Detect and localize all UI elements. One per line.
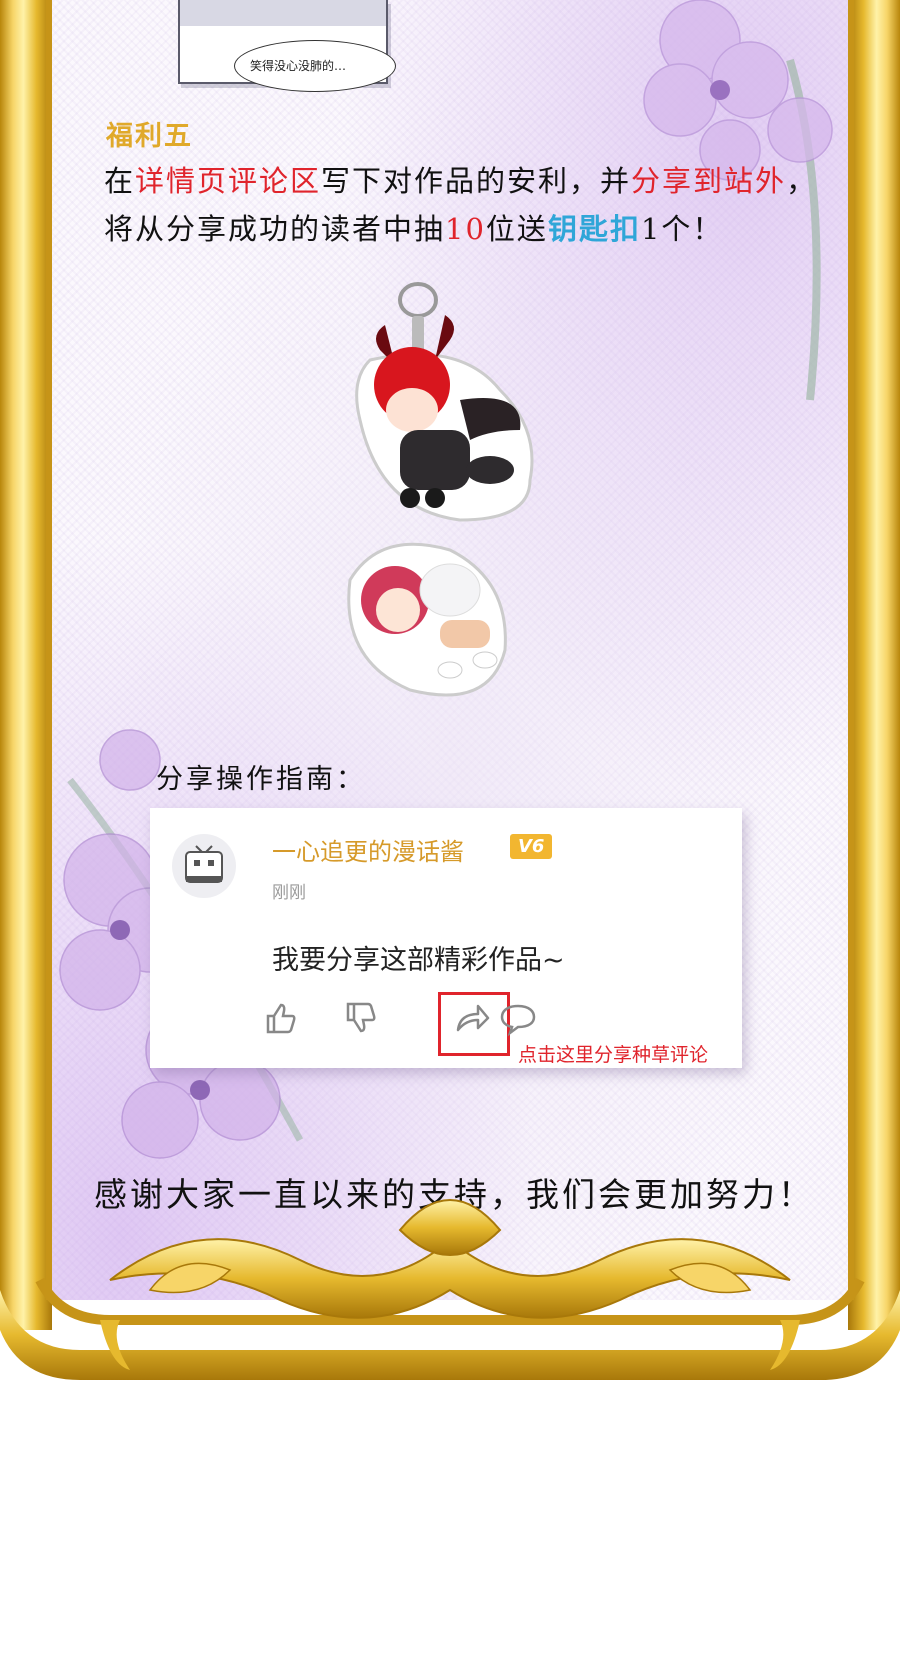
comment-text: 我要分享这部精彩作品~ — [272, 945, 565, 976]
keyring-icon — [398, 282, 438, 356]
benefit-line-2: 将从分享成功的读者中抽10位送钥匙扣1个！ — [104, 206, 723, 248]
line2-keychain: 钥匙扣 — [547, 212, 641, 246]
comic-page: 笑得没心没肺的… 福利五 在详情页评论区写下对作品的安利，并分享到站外， 将从分… — [0, 0, 900, 1667]
thumbs-up-icon[interactable] — [260, 998, 300, 1038]
share-icon[interactable] — [452, 998, 492, 1038]
comment-card: 一心追更的漫话酱 V6 刚刚 我要分享这部精彩作品~ 点击这里分享种草评论 — [150, 808, 742, 1068]
keychain-illustration — [347, 282, 534, 697]
panel-shade — [180, 0, 386, 26]
thumbs-down-icon[interactable] — [340, 998, 380, 1038]
manga-panel: 笑得没心没肺的… — [178, 0, 396, 92]
comment-time: 刚刚 — [272, 883, 306, 903]
benefit-heading: 福利五 — [106, 121, 193, 152]
line2-text-e: 1个！ — [640, 212, 724, 246]
line1-text-c: 写下对作品的安利，并 — [321, 164, 632, 198]
line2-text-c: 位送 — [485, 212, 548, 246]
benefit-line-1: 在详情页评论区写下对作品的安利，并分享到站外， — [104, 158, 817, 200]
devil-character — [355, 315, 534, 522]
line1-highlight-comments: 详情页评论区 — [135, 164, 322, 198]
line1-text-e: ， — [786, 164, 818, 198]
gold-ornament — [0, 1199, 900, 1380]
level-badge: V6 — [510, 834, 553, 859]
share-hint: 点击这里分享种草评论 — [518, 1044, 709, 1066]
gold-frame-left — [0, 0, 52, 1330]
comment-icon[interactable] — [498, 998, 538, 1038]
line2-text-a: 将从分享成功的读者中抽 — [104, 212, 446, 246]
share-guide-title: 分享操作指南： — [156, 764, 366, 795]
tv-mascot-icon — [185, 845, 223, 883]
gold-frame-inner-left — [46, 0, 52, 1300]
bubble-text: 笑得没心没肺的… — [250, 59, 347, 73]
gold-frame-inner-right — [848, 0, 854, 1300]
girl-character — [347, 542, 507, 697]
line1-text-a: 在 — [104, 164, 136, 198]
avatar[interactable] — [172, 834, 236, 898]
gold-frame-right — [848, 0, 900, 1330]
username[interactable]: 一心追更的漫话酱 — [272, 832, 464, 867]
line1-highlight-share: 分享到站外 — [631, 164, 787, 198]
line2-count: 10 — [445, 212, 486, 246]
